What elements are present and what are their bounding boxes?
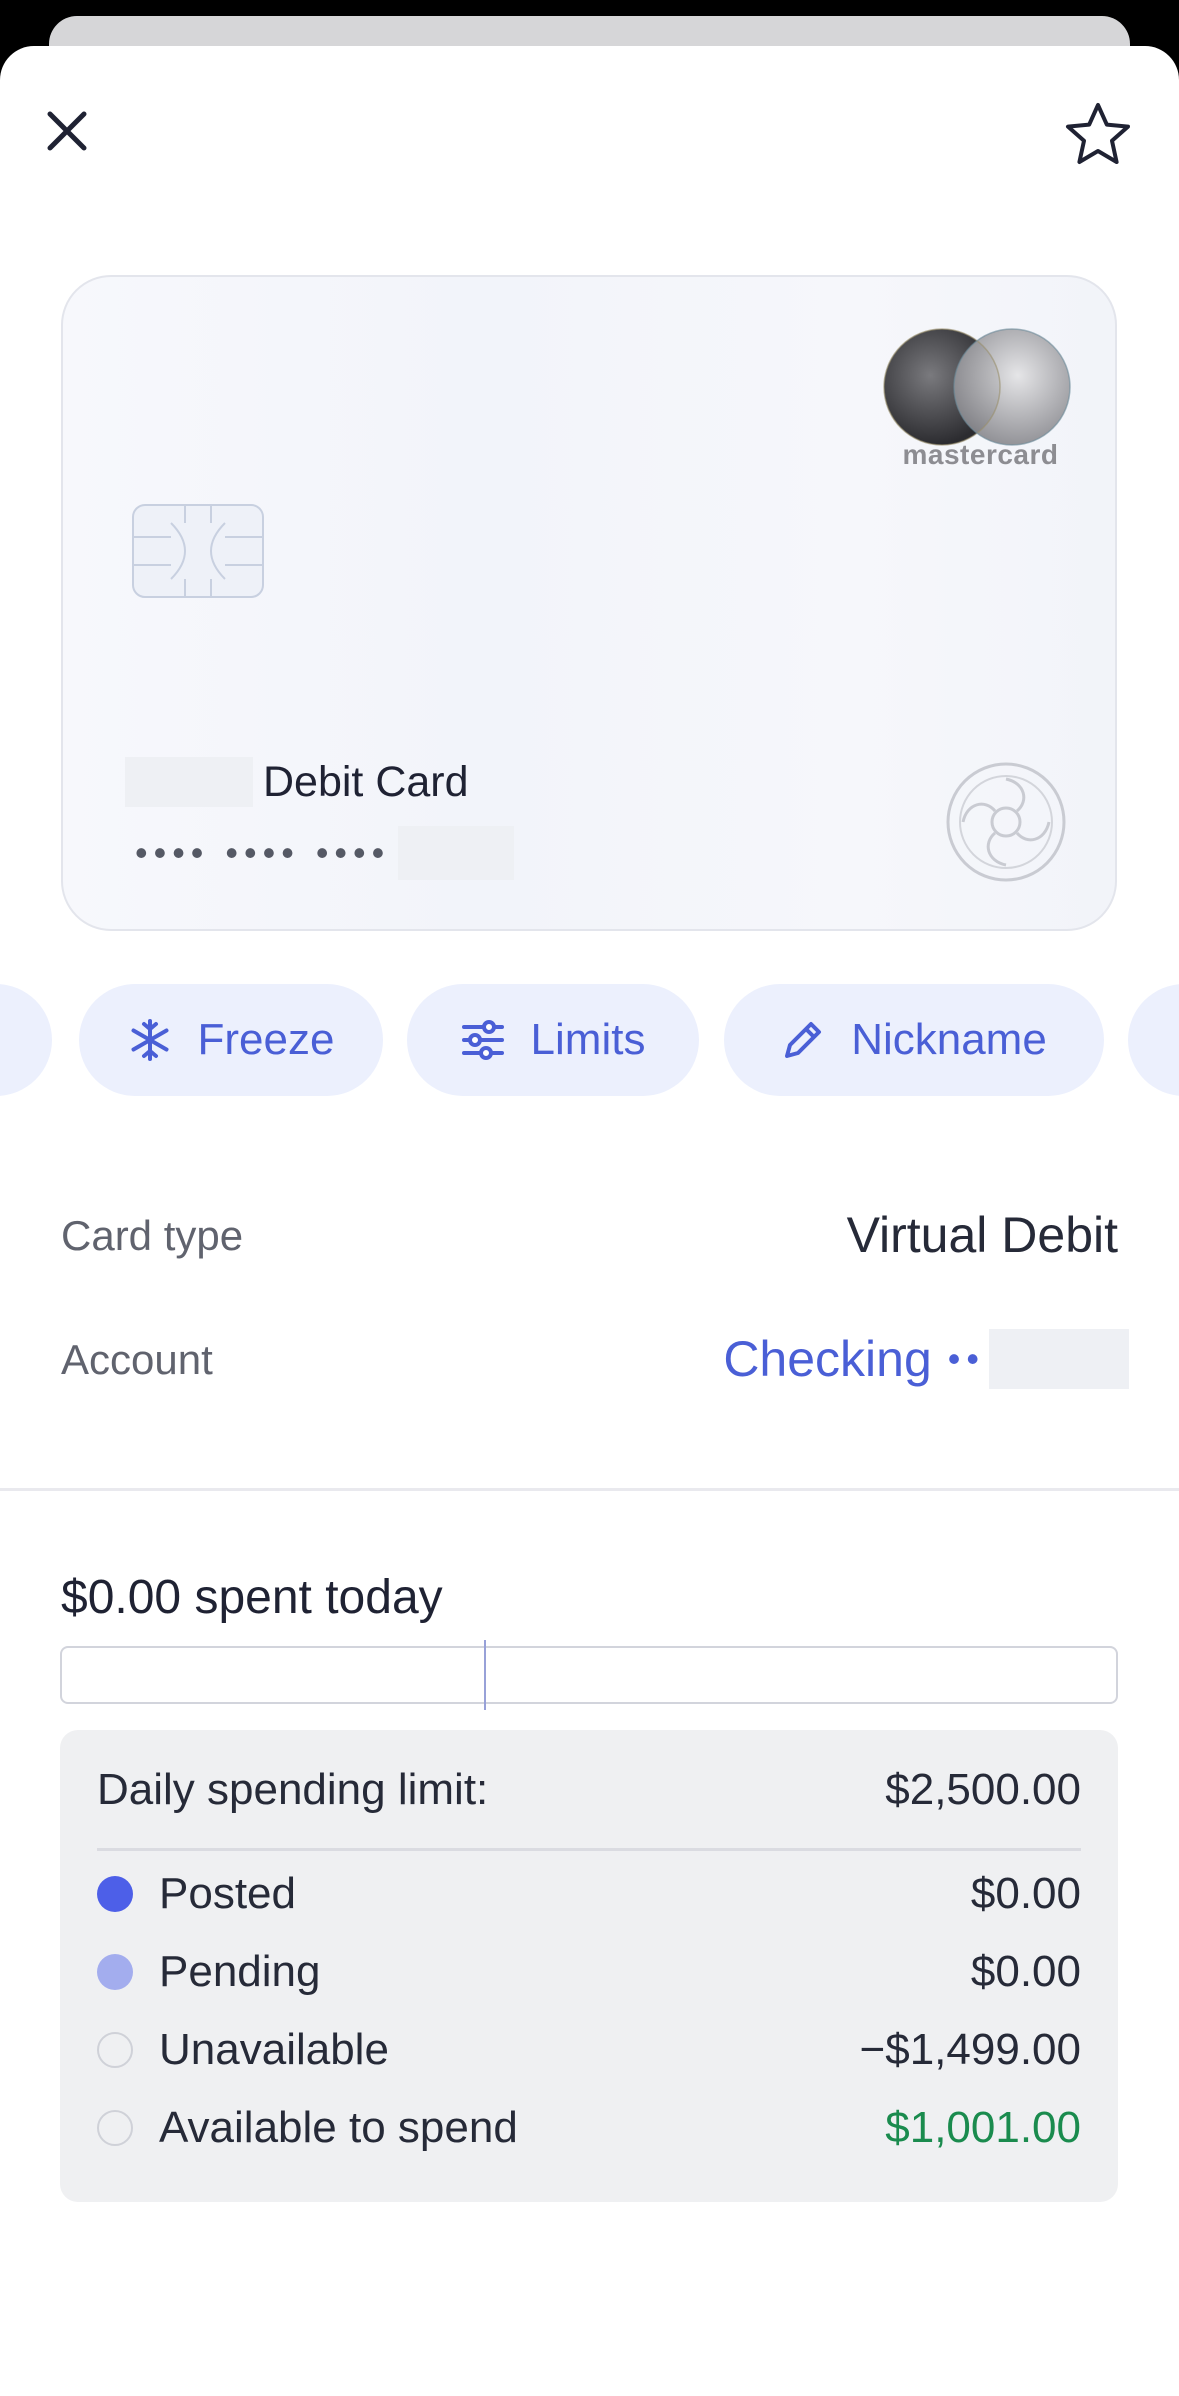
freeze-button[interactable]: Freeze [79, 984, 383, 1096]
card-actions-row: Freeze Limits Nickname [0, 984, 1179, 1096]
snowflake-icon [128, 1018, 172, 1062]
posted-row: Posted $0.00 [97, 1864, 1081, 1924]
limits-label: Limits [530, 1015, 646, 1064]
pencil-icon [781, 1018, 825, 1062]
account-label: Account [61, 1336, 213, 1383]
card-name-row: Debit Card [125, 757, 469, 807]
card-type-label: Card type [61, 1212, 244, 1259]
card-detail-sheet: mastercard Debit Card •••• •••• •••• Fre… [0, 46, 1179, 2396]
unavailable-dot [97, 2032, 133, 2068]
pending-value: $0.00 [970, 1947, 1081, 1996]
card-number-mask: •••• •••• •••• [135, 832, 391, 873]
star-icon [1066, 103, 1130, 164]
sliders-icon [461, 1018, 505, 1062]
mastercard-wordmark: mastercard [902, 439, 1059, 470]
limit-separator [97, 1848, 1081, 1851]
account-name: Checking [723, 1331, 932, 1387]
limits-button[interactable]: Limits [407, 984, 699, 1096]
card-number-row: •••• •••• •••• [135, 825, 515, 881]
redacted-card-nickname [125, 757, 253, 807]
redacted-last-four [398, 826, 515, 880]
card-type-value: Virtual Debit [846, 1207, 1118, 1263]
posted-dot [97, 1876, 133, 1912]
section-divider [0, 1488, 1179, 1491]
unavailable-value: −$1,499.00 [859, 2025, 1081, 2074]
progress-marker [484, 1640, 486, 1710]
pending-label: Pending [159, 1947, 321, 1996]
card-name: Debit Card [263, 757, 469, 806]
available-value: $1,001.00 [885, 2103, 1081, 2152]
spending-progress-bar [60, 1640, 1118, 1710]
close-button[interactable] [38, 102, 96, 160]
contactless-emblem-icon [946, 762, 1066, 882]
spent-today-text: $0.00 spent today [61, 1571, 443, 1624]
freeze-label: Freeze [197, 1015, 335, 1064]
close-icon [47, 111, 87, 151]
pending-row: Pending $0.00 [97, 1942, 1081, 2002]
nickname-label: Nickname [851, 1015, 1047, 1064]
unavailable-label: Unavailable [159, 2025, 389, 2074]
account-link[interactable]: Checking •• [723, 1326, 1129, 1392]
daily-limit-row: Daily spending limit: $2,500.00 [97, 1760, 1081, 1820]
chip-icon [132, 504, 264, 598]
pending-dot [97, 1954, 133, 1990]
available-label: Available to spend [159, 2103, 518, 2152]
spending-limit-panel: Daily spending limit: $2,500.00 Posted $… [60, 1730, 1118, 2202]
debit-card: mastercard Debit Card •••• •••• •••• [61, 275, 1117, 931]
posted-label: Posted [159, 1869, 296, 1918]
favorite-button[interactable] [1060, 96, 1136, 172]
unavailable-row: Unavailable −$1,499.00 [97, 2020, 1081, 2080]
available-dot [97, 2110, 133, 2146]
account-mask: •• [947, 1338, 985, 1379]
daily-limit-value: $2,500.00 [885, 1765, 1081, 1814]
hidden-action-pill[interactable] [0, 984, 52, 1096]
daily-limit-label: Daily spending limit: [97, 1765, 489, 1814]
nickname-button[interactable]: Nickname [724, 984, 1104, 1096]
redacted-account-number [989, 1329, 1129, 1389]
available-row: Available to spend $1,001.00 [97, 2098, 1081, 2158]
more-action-pill[interactable] [1128, 984, 1179, 1096]
posted-value: $0.00 [970, 1869, 1081, 1918]
